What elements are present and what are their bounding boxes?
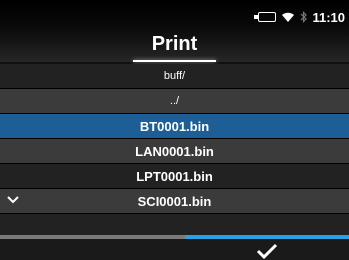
checkmark-icon xyxy=(256,243,278,259)
status-bar: 11:10 xyxy=(254,9,345,25)
list-item-sci0001[interactable]: SCI0001.bin xyxy=(0,189,349,213)
list-item-lpt0001[interactable]: LPT0001.bin xyxy=(0,164,349,188)
list-item-label: LPT0001.bin xyxy=(136,168,213,184)
confirm-button[interactable] xyxy=(185,235,349,260)
list-item-label: LAN0001.bin xyxy=(135,143,214,159)
page-title: Print xyxy=(151,33,198,55)
title-underline xyxy=(133,60,216,62)
battery-icon xyxy=(254,12,277,22)
list-item-lan0001[interactable]: LAN0001.bin xyxy=(0,139,349,163)
list-item-buff[interactable]: buff/ xyxy=(0,64,349,88)
list-spacer xyxy=(0,214,349,235)
list-item-label: SCI0001.bin xyxy=(137,193,212,209)
list-item-parent[interactable]: ../ xyxy=(0,89,349,113)
wifi-icon xyxy=(281,11,295,23)
bluetooth-icon xyxy=(300,11,308,23)
back-button-bar xyxy=(0,235,185,239)
clock: 11:10 xyxy=(312,9,345,25)
back-button[interactable] xyxy=(0,235,185,260)
chevron-down-icon[interactable] xyxy=(6,193,20,207)
list-item-label: BT0001.bin xyxy=(139,118,210,134)
list-item-label: ../ xyxy=(169,95,180,107)
list-item-bt0001[interactable]: BT0001.bin xyxy=(0,114,349,138)
confirm-button-bar xyxy=(185,235,349,239)
list-item-label: buff/ xyxy=(163,70,186,82)
